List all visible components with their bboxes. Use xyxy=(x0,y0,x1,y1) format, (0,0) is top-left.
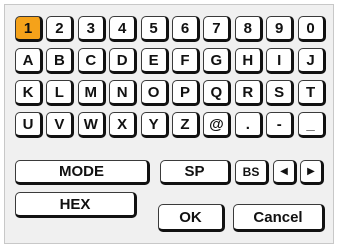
char-key[interactable]: 2 xyxy=(46,16,75,42)
char-key[interactable]: V xyxy=(46,112,75,138)
char-key[interactable]: O xyxy=(140,80,169,106)
char-key[interactable]: A xyxy=(15,48,43,74)
char-key[interactable]: W xyxy=(77,112,106,138)
char-key[interactable]: U xyxy=(15,112,43,138)
char-key[interactable]: L xyxy=(46,80,75,106)
char-key[interactable]: T xyxy=(297,80,326,106)
char-key[interactable]: 3 xyxy=(77,16,106,42)
char-key[interactable]: C xyxy=(77,48,106,74)
char-key[interactable]: Q xyxy=(203,80,232,106)
char-key[interactable]: N xyxy=(109,80,138,106)
char-key[interactable]: P xyxy=(172,80,200,106)
char-key[interactable]: R xyxy=(234,80,263,106)
left-arrow-icon: ◀ xyxy=(280,165,288,177)
char-key[interactable]: F xyxy=(172,48,200,74)
char-key[interactable]: 1 xyxy=(15,16,43,42)
char-key[interactable]: S xyxy=(266,80,295,106)
cancel-button[interactable]: Cancel xyxy=(233,204,325,232)
char-key[interactable]: I xyxy=(266,48,295,74)
char-key[interactable]: J xyxy=(297,48,326,74)
cursor-right-button[interactable]: ▶ xyxy=(300,160,324,185)
char-key[interactable]: Y xyxy=(140,112,169,138)
char-key[interactable]: 7 xyxy=(203,16,232,42)
char-key[interactable]: Z xyxy=(172,112,200,138)
char-key[interactable]: 0 xyxy=(297,16,326,42)
char-key[interactable]: 9 xyxy=(266,16,295,42)
character-input-panel: 1 2 3 4 5 6 7 8 9 0 A B C D E F G H I J K L M N O P Q R S T U V W X Y Z @. - _… xyxy=(4,4,334,244)
char-key[interactable]: H xyxy=(234,48,263,74)
char-key[interactable]: G xyxy=(203,48,232,74)
char-key[interactable]: K xyxy=(15,80,43,106)
char-key[interactable]: - xyxy=(266,112,295,138)
char-key[interactable]: 6 xyxy=(172,16,200,42)
char-key[interactable]: D xyxy=(109,48,138,74)
char-key[interactable]: @ xyxy=(203,112,232,138)
char-key[interactable]: B xyxy=(46,48,75,74)
right-arrow-icon: ▶ xyxy=(307,165,315,177)
char-key[interactable]: 8 xyxy=(234,16,263,42)
char-key[interactable]: _ xyxy=(297,112,326,138)
char-key[interactable]: 4 xyxy=(109,16,138,42)
backspace-button[interactable]: BS xyxy=(235,160,269,185)
char-key[interactable]: E xyxy=(140,48,169,74)
char-key[interactable]: X xyxy=(109,112,138,138)
cursor-left-button[interactable]: ◀ xyxy=(273,160,297,185)
mode-button[interactable]: MODE xyxy=(15,160,150,185)
ok-button[interactable]: OK xyxy=(158,204,225,232)
char-key[interactable]: 5 xyxy=(140,16,169,42)
space-button[interactable]: SP xyxy=(160,160,231,185)
char-key[interactable]: . xyxy=(234,112,263,138)
hex-button[interactable]: HEX xyxy=(15,192,137,218)
char-key[interactable]: M xyxy=(77,80,106,106)
